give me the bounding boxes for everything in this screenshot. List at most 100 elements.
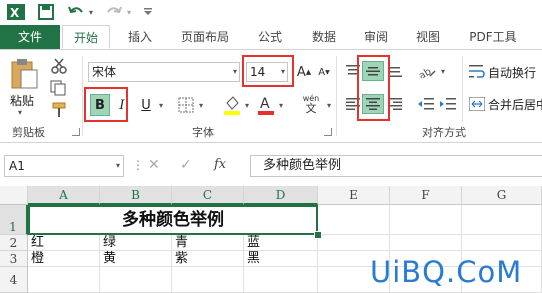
name-box-value: A1 [9,159,25,173]
fill-color-icon[interactable] [222,94,242,116]
phonetic-glyph-icon: 文 [305,101,317,115]
phonetic-dropdown-icon[interactable]: ▾ [324,94,334,116]
cell-e1[interactable] [318,205,390,235]
cell-g2[interactable] [462,235,542,251]
clipboard-group-label: 剪贴板 [12,126,45,139]
ribbon-home: 粘贴 ▾ 剪贴板 宋体 ▾ 14 ▾ A ▲ A ▼ B I U ▾ ▾ ▾ A ▾… [0,50,542,143]
orientation-icon[interactable]: ab [416,62,438,80]
tab-page-layout[interactable]: 页面布局 [170,25,240,49]
cell-e2[interactable] [318,235,390,251]
paste-icon[interactable] [6,56,42,92]
watermark-text: UiBQ.CoM [370,255,523,289]
tab-home[interactable]: 开始 [62,25,110,49]
ribbon-tabs: 文件 开始 插入 页面布局 公式 数据 审阅 视图 PDF工具 [0,25,542,50]
undo-icon[interactable] [66,3,86,21]
column-header-g[interactable]: G [462,186,542,205]
cell-b3[interactable]: 黄 [100,251,172,267]
cell-c3[interactable]: 紫 [172,251,244,267]
cell-g1[interactable] [462,205,542,235]
cell-a4[interactable] [28,267,100,293]
increase-font-size-icon[interactable]: A ▲ [296,62,312,82]
cell-b4[interactable] [100,267,172,293]
clipboard-launcher-icon[interactable] [72,128,80,136]
merge-center-icon[interactable] [468,95,486,113]
paste-label[interactable]: 粘贴 [10,92,34,109]
format-painter-icon[interactable] [48,100,70,120]
cell-c4[interactable] [172,267,244,293]
borders-dropdown-icon[interactable]: ▾ [196,94,206,116]
underline-dropdown-icon[interactable]: ▾ [156,94,166,116]
fill-handle[interactable] [314,231,322,239]
cut-icon[interactable] [48,56,70,76]
cell-a1-merged-title[interactable]: 多种颜色举例 [28,205,318,235]
row-header-4[interactable]: 4 [0,267,28,293]
row-header-1[interactable]: 1 [0,205,28,235]
formula-bar-grip-icon[interactable]: ⋮ [132,158,144,172]
increase-indent-icon[interactable] [438,95,458,113]
wrap-text-icon[interactable] [468,62,486,80]
column-header-f[interactable]: F [390,186,462,205]
cell-a3[interactable]: 橙 [28,251,100,267]
undo-dropdown-icon[interactable]: ▾ [86,3,96,21]
svg-text:X: X [10,6,20,20]
redo-dropdown-icon[interactable]: ▾ [124,3,134,21]
font-size-highlight-box [242,55,294,87]
column-header-e[interactable]: E [318,186,390,205]
formula-input[interactable]: 多种颜色举例 [250,155,542,177]
decrease-indent-icon[interactable] [416,95,436,113]
column-header-b[interactable]: B [100,186,172,205]
wrap-text-label[interactable]: 自动换行 [488,64,536,81]
save-icon[interactable] [36,3,56,21]
cell-f1[interactable] [390,205,462,235]
tab-pdf-tools[interactable]: PDF工具 [462,25,524,49]
cell-d4[interactable] [244,267,318,293]
column-header-c[interactable]: C [172,186,244,205]
group-separator [462,56,463,122]
tab-formulas[interactable]: 公式 [252,25,288,49]
column-header-d[interactable]: D [244,186,318,205]
cell-c2[interactable]: 青 [172,235,244,251]
paste-dropdown-icon[interactable]: ▾ [18,108,22,117]
fill-color-dropdown-icon[interactable]: ▾ [242,94,252,116]
font-family-select[interactable]: 宋体 ▾ [88,62,240,82]
column-header-a[interactable]: A [28,186,100,205]
cell-d2[interactable]: 蓝 [244,235,318,251]
bold-italic-highlight-box [84,87,128,122]
merge-center-label[interactable]: 合并后居中 [488,96,542,113]
borders-icon[interactable] [176,95,196,115]
select-all-corner[interactable] [0,186,28,205]
formula-bar: A1 ▾ ⋮ ✕ ✓ fx 多种颜色举例 [0,143,542,184]
cell-b2[interactable]: 绿 [100,235,172,251]
orientation-dropdown-icon[interactable]: ▾ [438,62,448,80]
decrease-font-size-icon[interactable]: A ▼ [316,62,332,82]
alignment-group-label: 对齐方式 [422,126,466,139]
insert-function-icon[interactable]: fx [214,157,226,172]
underline-button[interactable]: U [136,94,156,116]
cell-f2[interactable] [390,235,462,251]
copy-icon[interactable] [48,78,70,98]
font-launcher-icon[interactable] [324,128,332,136]
row-header-2[interactable]: 2 [0,235,28,251]
tab-review[interactable]: 审阅 [358,25,394,49]
name-box[interactable]: A1 ▾ [4,155,124,177]
cell-d3[interactable]: 黑 [244,251,318,267]
phonetic-guide-button[interactable]: wén 文 [298,92,324,116]
tab-view[interactable]: 视图 [410,25,446,49]
tab-insert[interactable]: 插入 [122,25,158,49]
cell-a2[interactable]: 红 [28,235,100,251]
group-separator [82,56,83,136]
cancel-icon[interactable]: ✕ [148,157,160,173]
redo-icon[interactable] [104,3,124,21]
group-separator [336,56,337,136]
tab-data[interactable]: 数据 [306,25,342,49]
row-header-3[interactable]: 3 [0,251,28,267]
alignment-highlight-box [357,55,390,121]
font-color-icon[interactable]: A [256,94,276,116]
svg-text:ab: ab [418,66,433,78]
title-bar: X ▾ ▾ [0,0,542,25]
tab-file[interactable]: 文件 [0,25,60,49]
chevron-down-icon: ▾ [115,161,120,170]
customize-quick-access-icon[interactable] [140,3,156,21]
font-color-dropdown-icon[interactable]: ▾ [276,94,286,116]
enter-icon[interactable]: ✓ [180,157,192,173]
